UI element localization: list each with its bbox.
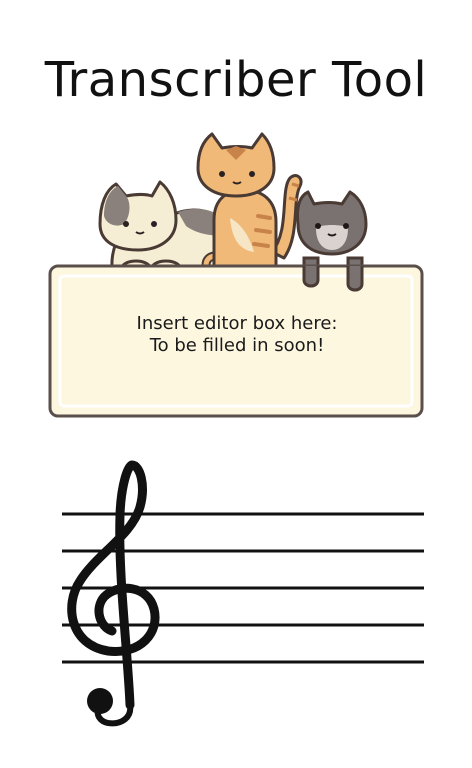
page-title: Transcriber Tool	[44, 52, 428, 108]
editor-placeholder-line-1: Insert editor box here:	[136, 313, 338, 334]
editor-placeholder-line-2: To be filled in soon!	[149, 335, 325, 356]
treble-clef-icon	[67, 460, 160, 727]
treble-clef-dot	[87, 688, 113, 714]
cats-illustration	[48, 132, 424, 418]
editor-placeholder-text: Insert editor box here: To be filled in …	[52, 313, 422, 357]
music-staff	[62, 460, 424, 727]
